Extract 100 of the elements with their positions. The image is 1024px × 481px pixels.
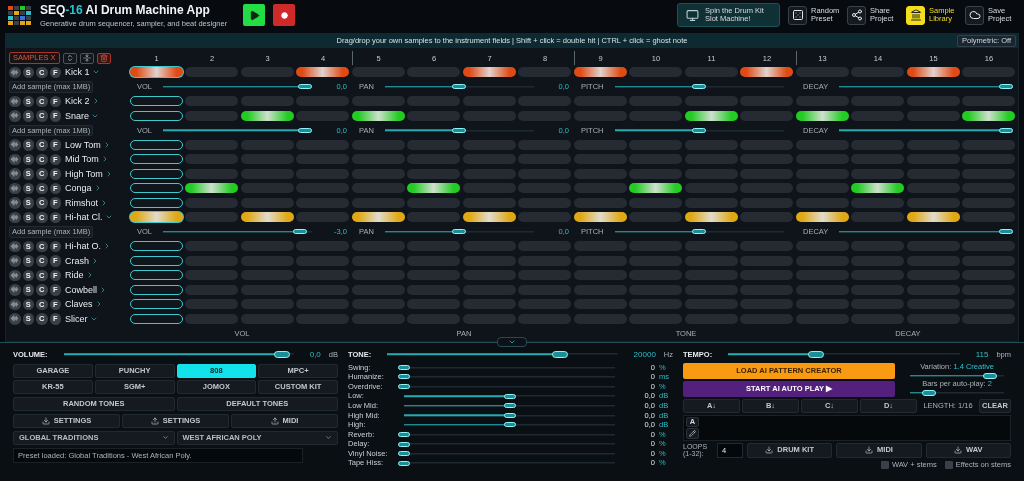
slider-thumb[interactable] [293, 229, 308, 235]
step-pad[interactable] [462, 67, 516, 78]
slider-thumb[interactable] [692, 127, 707, 133]
step-pad[interactable] [740, 67, 793, 78]
track-name[interactable]: Conga [65, 183, 92, 194]
track-name[interactable]: Mid Tom [65, 154, 99, 165]
step-pad[interactable] [129, 197, 183, 208]
track-name[interactable]: High Tom [65, 168, 103, 179]
slider-thumb[interactable] [503, 403, 516, 409]
slider-thumb[interactable] [452, 127, 467, 133]
chevron-right-icon[interactable] [91, 256, 99, 265]
record-icon [280, 11, 288, 19]
slider-thumb[interactable] [297, 127, 312, 133]
slider-thumb[interactable] [999, 229, 1013, 235]
track-name[interactable]: Low Tom [65, 139, 101, 150]
step-pad[interactable] [851, 183, 904, 194]
step-pad[interactable] [129, 299, 183, 310]
step-pad[interactable] [573, 67, 627, 78]
step-pad[interactable] [129, 168, 183, 179]
step-pad[interactable] [684, 212, 738, 223]
slider-thumb[interactable] [692, 84, 707, 90]
step-pad[interactable] [129, 284, 183, 295]
checkbox[interactable] [944, 460, 953, 469]
step-pad[interactable] [240, 110, 294, 121]
slider-thumb[interactable] [503, 412, 516, 418]
chevron-right-icon[interactable] [103, 242, 111, 251]
step-pad[interactable] [296, 67, 349, 78]
track-name[interactable]: Kick 2 [65, 96, 90, 107]
slider-thumb[interactable] [503, 393, 516, 399]
slider-thumb[interactable] [297, 84, 312, 90]
step-pad[interactable] [906, 67, 960, 78]
step-pad[interactable] [129, 139, 183, 150]
app-title: SEQ-16 AI Drum Machine App [40, 2, 211, 17]
step-pad[interactable] [351, 110, 405, 121]
slider-thumb[interactable] [398, 441, 410, 447]
step-pad[interactable] [129, 154, 183, 165]
step-pad[interactable] [795, 212, 849, 223]
step-pad[interactable] [129, 212, 183, 223]
track-name[interactable]: Rimshot [65, 197, 98, 208]
share-icon [850, 9, 863, 21]
track-name[interactable]: Snare [65, 110, 90, 121]
delete-button[interactable] [96, 52, 111, 64]
step-pad[interactable] [351, 212, 405, 223]
step-pad[interactable] [684, 110, 738, 121]
slider-thumb[interactable] [274, 350, 291, 358]
slider-thumb[interactable] [452, 84, 467, 90]
step-pad[interactable] [795, 110, 849, 121]
track-name[interactable]: Ride [65, 270, 84, 281]
tempo-value: 115 [975, 349, 989, 359]
track-name[interactable]: Claves [65, 299, 93, 310]
step-pad[interactable] [129, 270, 183, 281]
record-button[interactable] [273, 4, 296, 26]
sort-button[interactable] [62, 52, 77, 64]
chevron-right-icon[interactable] [100, 198, 108, 207]
slider-thumb[interactable] [398, 460, 410, 466]
edit-button[interactable] [686, 428, 699, 439]
track-name[interactable]: Hi-hat Cl. [65, 212, 103, 223]
step-pad[interactable] [129, 183, 183, 194]
slider-thumb[interactable] [999, 127, 1013, 133]
step-pad[interactable] [962, 110, 1015, 121]
track-name[interactable]: Kick 1 [65, 67, 90, 78]
step-pad[interactable] [407, 183, 460, 194]
collapse-button[interactable] [497, 336, 527, 347]
cloud-icon [968, 9, 981, 21]
play-button[interactable] [243, 4, 266, 26]
checkbox[interactable] [880, 460, 889, 469]
slider-thumb[interactable] [398, 451, 410, 457]
step-pad[interactable] [129, 255, 183, 266]
slider-thumb[interactable] [398, 431, 410, 437]
chevron-right-icon[interactable] [99, 285, 107, 294]
slider-thumb[interactable] [808, 350, 825, 358]
step-pad[interactable] [240, 212, 294, 223]
step-pad[interactable] [129, 96, 183, 107]
step-pad[interactable] [129, 67, 183, 78]
track-name[interactable]: Hi-hat O. [65, 241, 101, 252]
slider-thumb[interactable] [552, 350, 568, 358]
slider-thumb[interactable] [398, 384, 410, 389]
fold-button[interactable] [79, 52, 94, 64]
track-name[interactable]: Cowbell [65, 284, 97, 295]
slider-thumb[interactable] [921, 389, 936, 396]
slider-thumb[interactable] [692, 229, 707, 235]
slider-thumb[interactable] [503, 422, 516, 428]
step-pad[interactable] [129, 241, 183, 252]
slider-thumb[interactable] [999, 84, 1013, 90]
slider-thumb[interactable] [452, 229, 467, 235]
step-pad[interactable] [462, 212, 516, 223]
track-name[interactable]: Slicer [65, 313, 88, 324]
step-pad[interactable] [185, 183, 238, 194]
slider-thumb[interactable] [398, 374, 410, 380]
step-pad[interactable] [129, 110, 183, 121]
download-icon [865, 446, 874, 454]
step-pad[interactable] [906, 212, 960, 223]
step-pad[interactable] [129, 313, 183, 324]
track-name[interactable]: Crash [65, 255, 89, 266]
slider-thumb[interactable] [982, 372, 997, 379]
download-icon [765, 446, 774, 454]
step-pad[interactable] [573, 212, 627, 223]
step-pad[interactable] [629, 183, 682, 194]
slider-thumb[interactable] [398, 364, 410, 370]
grid-logo-icon [8, 5, 32, 25]
